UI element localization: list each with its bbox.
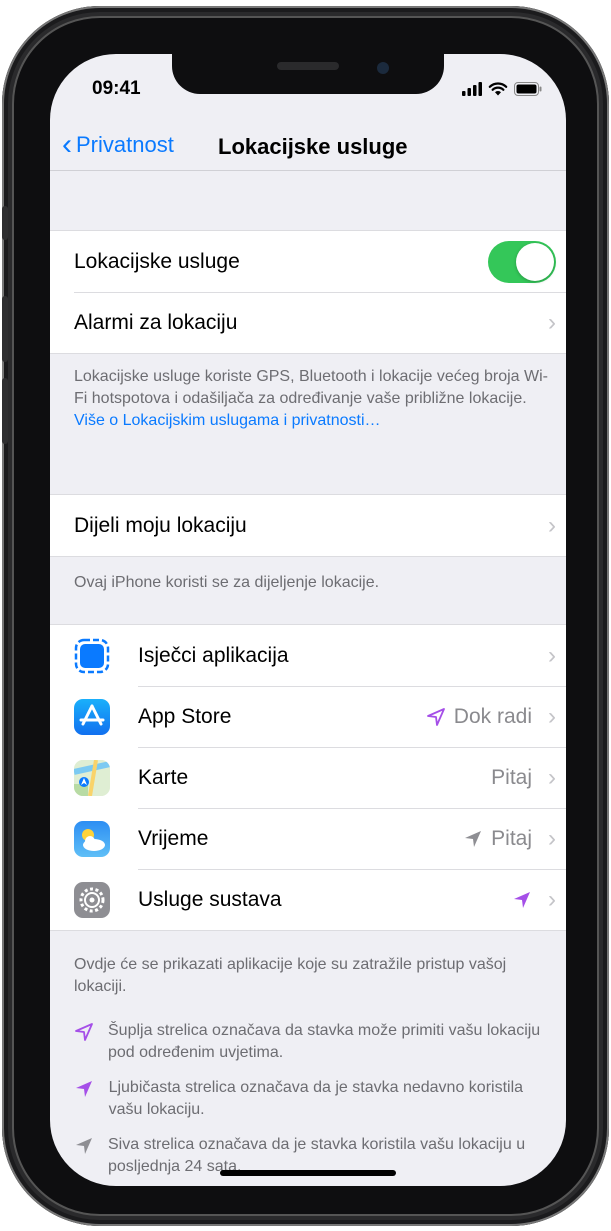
app-row-maps[interactable]: Karte Pitaj › <box>50 747 566 808</box>
apps-note: Ovdje će se prikazati aplikacije koje su… <box>74 956 507 995</box>
location-alerts-row[interactable]: Alarmi za lokaciju › <box>50 292 566 353</box>
screen: 09:41 ‹ Privatnost Lokacijske usluge Lok… <box>50 54 566 1186</box>
chevron-right-icon: › <box>548 308 556 336</box>
home-indicator[interactable] <box>220 1170 396 1176</box>
location-services-description: Lokacijske usluge koriste GPS, Bluetooth… <box>74 366 548 432</box>
privacy-link[interactable]: Više o Lokacijskim uslugama i privatnost… <box>74 412 381 429</box>
chevron-right-icon: › <box>548 641 556 669</box>
volume-down-button <box>2 378 8 444</box>
toggle-knob <box>516 242 554 281</box>
speaker <box>277 62 339 70</box>
front-camera <box>377 62 389 74</box>
gray-location-arrow-icon <box>74 1134 94 1178</box>
iphone-frame: 09:41 ‹ Privatnost Lokacijske usluge Lok… <box>2 6 609 1226</box>
hollow-location-arrow-icon <box>426 707 445 726</box>
page-title: Lokacijske usluge <box>218 134 408 159</box>
weather-icon <box>74 820 110 857</box>
volume-up-button <box>2 296 8 362</box>
location-services-row: Lokacijske usluge <box>50 231 566 292</box>
chevron-right-icon: › <box>548 885 556 913</box>
location-alerts-label: Alarmi za lokaciju <box>74 310 238 334</box>
app-label: Usluge sustava <box>138 887 282 911</box>
permission-text: Pitaj <box>491 826 532 850</box>
chevron-right-icon: › <box>548 763 556 791</box>
description-text: Lokacijske usluge koriste GPS, Bluetooth… <box>74 368 548 407</box>
app-row-weather[interactable]: Vrijeme Pitaj › <box>50 808 566 869</box>
chevron-right-icon: › <box>548 702 556 730</box>
app-store-icon <box>74 698 110 735</box>
cellular-signal-icon <box>462 82 482 96</box>
solid-location-arrow-icon <box>74 1077 95 1121</box>
app-label: Vrijeme <box>138 826 209 850</box>
share-location-row[interactable]: Dijeli moju lokaciju › <box>50 495 566 556</box>
mute-switch <box>2 206 8 240</box>
notch <box>172 54 444 94</box>
app-permission-value: Pitaj <box>463 827 532 851</box>
status-time: 09:41 <box>92 78 141 99</box>
app-clips-icon <box>74 637 110 674</box>
app-row-app-clips[interactable]: Isječci aplikacija › <box>50 625 566 686</box>
location-services-toggle[interactable] <box>488 240 556 283</box>
back-label: Privatnost <box>76 132 174 157</box>
maps-icon <box>74 759 110 796</box>
app-permission-value: Pitaj <box>491 766 532 790</box>
app-row-app-store[interactable]: App Store Dok radi › <box>50 686 566 747</box>
share-location-label: Dijeli moju lokaciju <box>74 513 247 537</box>
legend-text: Ljubičasta strelica označava da je stavk… <box>108 1079 524 1118</box>
app-permission-value: Dok radi <box>426 705 532 729</box>
share-location-group: Dijeli moju lokaciju › <box>50 494 566 557</box>
back-button[interactable]: ‹ Privatnost <box>62 128 174 161</box>
navigation-bar: ‹ Privatnost Lokacijske usluge <box>50 124 566 171</box>
permission-text: Pitaj <box>491 765 532 789</box>
permission-text: Dok radi <box>453 704 532 728</box>
app-label: App Store <box>138 704 232 728</box>
settings-gear-icon <box>74 881 110 918</box>
apps-list: Isječci aplikacija › App Store Dok radi … <box>50 624 566 931</box>
hollow-location-arrow-icon <box>74 1020 94 1064</box>
app-row-system-services[interactable]: Usluge sustava › <box>50 869 566 930</box>
chevron-right-icon: › <box>548 511 556 539</box>
solid-location-arrow-icon <box>514 891 530 908</box>
app-permission-value <box>512 890 532 910</box>
chevron-left-icon: ‹ <box>62 128 72 161</box>
legend-text: Šuplja strelica označava da stavka može … <box>108 1022 541 1061</box>
location-settings-group: Lokacijske usluge Alarmi za lokaciju › <box>50 230 566 354</box>
legend-hollow-arrow: Šuplja strelica označava da stavka može … <box>74 1020 550 1064</box>
chevron-right-icon: › <box>548 824 556 852</box>
battery-icon <box>514 82 542 96</box>
location-services-label: Lokacijske usluge <box>74 249 240 273</box>
legend-solid-arrow: Ljubičasta strelica označava da je stavk… <box>74 1077 550 1121</box>
status-icons <box>462 82 542 96</box>
gray-location-arrow-icon <box>465 830 482 847</box>
app-label: Karte <box>138 765 189 789</box>
app-label: Isječci aplikacija <box>138 643 289 667</box>
wifi-icon <box>488 82 508 96</box>
share-location-note: Ovaj iPhone koristi se za dijeljenje lok… <box>74 574 380 591</box>
